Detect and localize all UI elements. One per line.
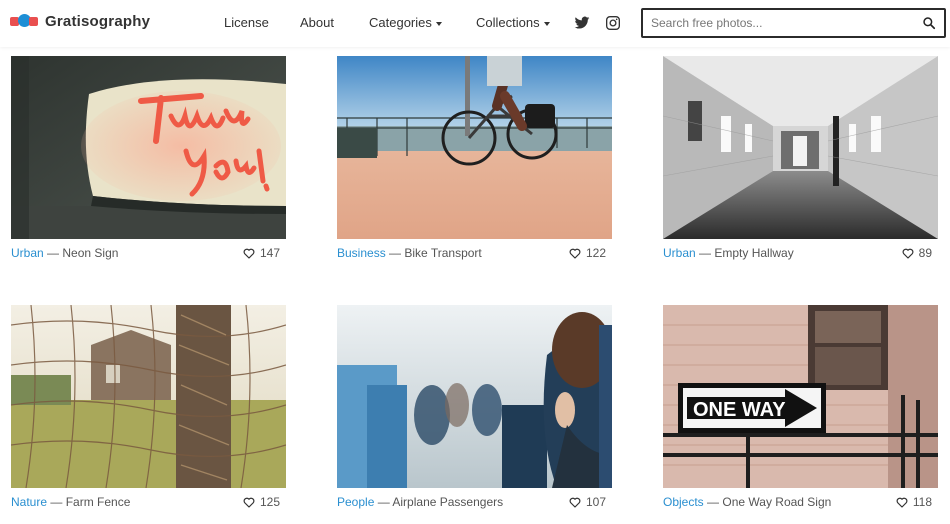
nav-categories-label: Categories [369, 15, 432, 30]
photo-empty-hallway[interactable] [663, 56, 938, 239]
photo-caption: Urban — Empty Hallway 89 [663, 246, 938, 264]
nav-collections-label: Collections [476, 15, 540, 30]
like-button[interactable]: 118 [896, 495, 932, 509]
logo-icon [10, 12, 38, 30]
photo-caption: Urban — Neon Sign 147 [11, 246, 286, 264]
caption-separator: — [47, 246, 60, 260]
photo-title: Bike Transport [404, 246, 482, 260]
category-link[interactable]: Business [337, 246, 386, 260]
road-sign-text: ONE WAY [693, 399, 786, 421]
like-button[interactable]: 147 [243, 246, 280, 260]
category-link[interactable]: Urban [663, 246, 696, 260]
nav-license[interactable]: License [224, 15, 269, 30]
category-link[interactable]: Nature [11, 495, 47, 509]
like-count: 107 [585, 495, 606, 509]
like-count: 89 [918, 246, 932, 260]
like-button[interactable]: 125 [243, 495, 280, 509]
heart-icon [569, 248, 581, 259]
photo-title: Farm Fence [65, 495, 131, 509]
chevron-down-icon [435, 21, 442, 26]
photo-title: One Way Road Sign [722, 495, 832, 509]
nav-collections[interactable]: Collections [476, 15, 550, 30]
heart-icon [243, 497, 255, 508]
instagram-icon[interactable] [605, 15, 621, 31]
like-count: 125 [259, 495, 280, 509]
nav-categories[interactable]: Categories [369, 15, 442, 30]
heart-icon [902, 248, 914, 259]
heart-icon [896, 497, 908, 508]
twitter-icon[interactable] [574, 15, 590, 31]
photo-title: Airplane Passengers [392, 495, 504, 509]
nav-about[interactable]: About [300, 15, 334, 30]
photo-one-way-sign[interactable]: ONE WAY [663, 305, 938, 488]
photo-title: Neon Sign [62, 246, 119, 260]
like-count: 147 [259, 246, 280, 260]
photo-farm-fence[interactable] [11, 305, 286, 488]
photo-caption: People — Airplane Passengers 107 [337, 495, 612, 513]
heart-icon [569, 497, 581, 508]
category-link[interactable]: People [337, 495, 374, 509]
like-count: 122 [585, 246, 606, 260]
chevron-down-icon [543, 21, 550, 26]
caption-separator: — [707, 495, 720, 509]
like-count: 118 [912, 495, 932, 509]
search-box [641, 8, 946, 38]
like-button[interactable]: 122 [569, 246, 606, 260]
caption-separator: — [389, 246, 402, 260]
photo-bike-transport[interactable] [337, 56, 612, 239]
like-button[interactable]: 107 [569, 495, 606, 509]
logo[interactable]: Gratisography [10, 12, 150, 30]
photo-airplane-passengers[interactable] [337, 305, 612, 488]
caption-separator: — [50, 495, 63, 509]
search-input[interactable] [643, 10, 913, 36]
site-header: Gratisography License About Categories C… [0, 0, 950, 47]
photo-caption: Business — Bike Transport 122 [337, 246, 612, 264]
photo-caption: Nature — Farm Fence 125 [11, 495, 286, 513]
heart-icon [243, 248, 255, 259]
search-icon[interactable] [922, 16, 936, 30]
photo-neon-sign[interactable] [11, 56, 286, 239]
like-button[interactable]: 89 [902, 246, 932, 260]
photo-title: Empty Hallway [714, 246, 794, 260]
caption-separator: — [377, 495, 390, 509]
category-link[interactable]: Urban [11, 246, 44, 260]
caption-separator: — [699, 246, 712, 260]
category-link[interactable]: Objects [663, 495, 704, 509]
brand-name: Gratisography [45, 12, 151, 30]
photo-caption: Objects — One Way Road Sign 118 [663, 495, 938, 513]
